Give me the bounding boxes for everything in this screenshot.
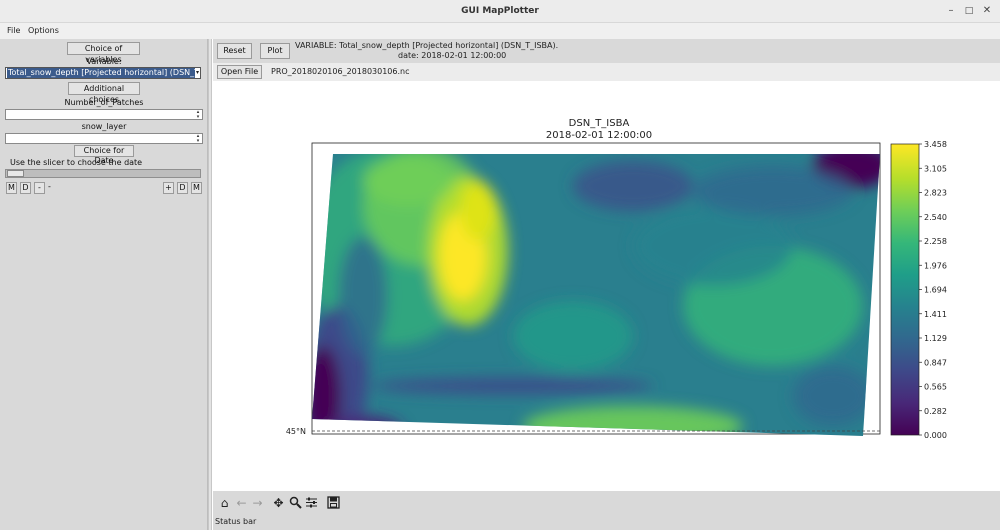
back-icon[interactable]: ← bbox=[234, 496, 249, 511]
menubar: File Options bbox=[0, 23, 1000, 39]
plot-button[interactable]: Plot bbox=[260, 43, 290, 59]
variable-info-line2: date: 2018-02-01 12:00:00 bbox=[398, 51, 507, 60]
step-back-button[interactable]: - bbox=[34, 182, 45, 194]
variable-select[interactable]: Total_snow_depth [Projected horizontal] … bbox=[5, 67, 201, 79]
reset-button[interactable]: Reset bbox=[217, 43, 252, 59]
configure-icon[interactable] bbox=[304, 496, 319, 511]
colorbar-tick-label: 3.105 bbox=[924, 164, 947, 173]
pane-divider[interactable] bbox=[208, 39, 212, 530]
colorbar-tick-label: 1.411 bbox=[924, 310, 947, 319]
file-name-label: PRO_2018020106_2018030106.nc bbox=[271, 67, 410, 76]
control-panel: Choice of variables Variable: Total_snow… bbox=[0, 39, 208, 530]
colorbar-tick-label: 0.000 bbox=[924, 431, 947, 440]
step-forward-button[interactable]: + bbox=[163, 182, 174, 194]
plot-area: Reset Plot VARIABLE: Total_snow_depth [P… bbox=[213, 39, 1000, 530]
menu-options[interactable]: Options bbox=[28, 26, 59, 35]
forward-icon[interactable]: → bbox=[250, 496, 265, 511]
date-slider[interactable] bbox=[5, 169, 201, 178]
maximize-icon[interactable]: □ bbox=[962, 4, 976, 18]
variable-info-line1: VARIABLE: Total_snow_depth [Projected ho… bbox=[295, 41, 559, 50]
plot-canvas[interactable]: DSN_T_ISBA 2018-02-01 12:00:00 45°N 3.45… bbox=[213, 96, 1000, 491]
variable-selected-value: Total_snow_depth [Projected horizontal] … bbox=[7, 68, 195, 78]
colorbar-tick-label: 1.129 bbox=[924, 334, 947, 343]
navigation-toolbar: ⌂ ← → ✥ bbox=[213, 491, 1000, 516]
number-of-patches-label: Number_of_Patches bbox=[64, 98, 144, 107]
open-file-button[interactable]: Open File bbox=[217, 65, 262, 79]
slicer-hint-label: Use the slicer to choose the date bbox=[10, 158, 143, 167]
home-icon[interactable]: ⌂ bbox=[217, 496, 232, 511]
month-forward-button[interactable]: M bbox=[191, 182, 202, 194]
snow-depth-field bbox=[312, 154, 880, 436]
plot-title: DSN_T_ISBA bbox=[569, 118, 630, 129]
variable-info: VARIABLE: Total_snow_depth [Projected ho… bbox=[295, 41, 558, 61]
spin-arrows-icon[interactable]: ▴ ▾ bbox=[195, 110, 201, 120]
day-back-button[interactable]: D bbox=[20, 182, 31, 194]
colorbar-tick-label: 3.458 bbox=[924, 140, 947, 149]
colorbar bbox=[890, 143, 920, 436]
additional-choices-button[interactable]: Additional choices bbox=[68, 82, 140, 104]
number-of-patches-spinbox[interactable]: ▴ ▾ bbox=[5, 109, 203, 120]
snow-layer-label: snow_layer bbox=[81, 122, 127, 131]
month-back-button[interactable]: M bbox=[6, 182, 17, 194]
choice-of-variables-button[interactable]: Choice of variables bbox=[67, 42, 140, 64]
colorbar-tick-label: 0.847 bbox=[924, 358, 947, 367]
snow-layer-spinbox[interactable]: ▴ ▾ bbox=[5, 133, 203, 144]
colorbar-ticks: 3.458 3.105 2.823 2.540 2.258 1.976 1.694 1.411… bbox=[919, 140, 947, 440]
spin-arrows-icon[interactable]: ▴ ▾ bbox=[195, 134, 201, 144]
choice-for-date-button[interactable]: Choice for Date bbox=[74, 145, 134, 165]
colorbar-tick-label: 2.258 bbox=[924, 237, 947, 246]
date-separator: - bbox=[48, 182, 51, 191]
day-forward-button[interactable]: D bbox=[177, 182, 188, 194]
variable-label: Variable: bbox=[86, 57, 122, 66]
window-titlebar: GUI MapPlotter – □ ✕ bbox=[0, 0, 1000, 23]
menu-file[interactable]: File bbox=[7, 26, 20, 35]
colorbar-tick-label: 1.976 bbox=[924, 261, 947, 270]
colorbar-tick-label: 2.540 bbox=[924, 213, 947, 222]
map-figure: DSN_T_ISBA 2018-02-01 12:00:00 45°N 3.45… bbox=[286, 118, 947, 440]
dropdown-arrow-icon[interactable]: ▾ bbox=[196, 69, 199, 76]
file-toolbar: Open File PRO_2018020106_2018030106.nc bbox=[213, 63, 1000, 81]
status-bar: Status bar bbox=[213, 516, 1000, 530]
close-icon[interactable]: ✕ bbox=[980, 4, 994, 18]
plot-toolbar: Reset Plot VARIABLE: Total_snow_depth [P… bbox=[213, 39, 1000, 63]
minimize-icon[interactable]: – bbox=[944, 4, 958, 18]
date-slider-handle[interactable] bbox=[7, 170, 24, 177]
window-title: GUI MapPlotter bbox=[461, 6, 539, 16]
save-icon[interactable] bbox=[326, 496, 341, 511]
colorbar-tick-label: 0.565 bbox=[924, 383, 947, 392]
plot-subtitle: 2018-02-01 12:00:00 bbox=[546, 130, 652, 141]
colorbar-tick-label: 1.694 bbox=[924, 286, 947, 295]
latitude-label: 45°N bbox=[286, 427, 306, 436]
colorbar-tick-label: 2.823 bbox=[924, 189, 947, 198]
pan-icon[interactable]: ✥ bbox=[271, 496, 286, 511]
zoom-icon[interactable] bbox=[288, 496, 303, 511]
colorbar-tick-label: 0.282 bbox=[924, 407, 947, 416]
